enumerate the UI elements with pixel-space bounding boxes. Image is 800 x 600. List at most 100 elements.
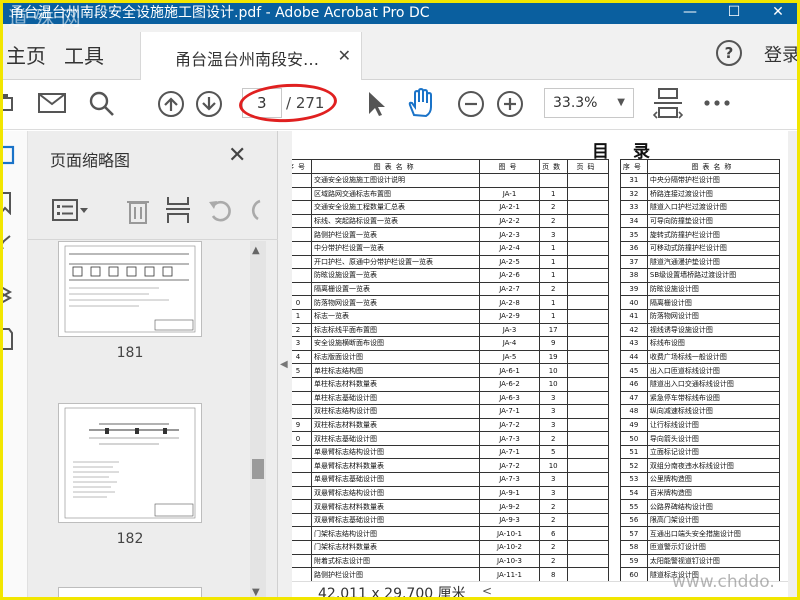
row-name-right: 防眩设施设计图 [646, 281, 781, 297]
row-pages: 3 [538, 390, 568, 406]
search-icon[interactable] [88, 90, 116, 118]
row-page-no [566, 553, 609, 569]
collapse-arrow-icon[interactable]: ◀ [280, 359, 288, 370]
delete-page-icon[interactable] [126, 197, 152, 225]
login-button[interactable]: 登录 [764, 41, 800, 67]
table-gap [607, 363, 621, 378]
row-name-right: 可移动式防撞护栏设计图 [646, 240, 781, 256]
row-no-right: 54 [619, 485, 648, 501]
row-no-right: 31 [619, 173, 648, 188]
row-pages: 9 [538, 336, 568, 351]
table-gap [607, 486, 621, 500]
table-row: 门架标志材料数量表 JA-10-2 2 58 匝道警示灯设计图 [292, 540, 781, 555]
row-no [292, 281, 312, 297]
row-page-no [566, 349, 609, 365]
row-name: 标志标线平面布置图 [310, 322, 481, 338]
row-page-no [566, 227, 609, 242]
row-name-right: 隧道入口护栏过渡设计图 [646, 200, 781, 215]
hand-tool-icon[interactable] [406, 88, 436, 118]
row-no [292, 390, 312, 406]
table-row: 双悬臂标志材料数量表 JA-9-2 2 55 公路界碑结构设计图 [292, 499, 781, 514]
thumbnail-page[interactable] [58, 403, 202, 523]
rotate-right-icon[interactable] [244, 197, 262, 223]
row-no-right: 49 [619, 417, 648, 433]
table-gap [607, 418, 621, 432]
select-cursor-icon[interactable] [366, 90, 386, 118]
zoom-level-select[interactable]: 33.3% ▼ [544, 88, 634, 118]
document-scrollbar[interactable] [788, 131, 800, 600]
thumbnail-page[interactable] [58, 587, 202, 600]
scroll-left-icon[interactable]: < [482, 584, 492, 598]
zoom-out-icon[interactable] [457, 90, 485, 118]
row-pages: 1 [538, 186, 568, 202]
table-row: 标线、突起路标设置一览表 JA-2-2 2 34 可导向防撞垫设计图 [292, 213, 781, 229]
more-options-icon[interactable] [704, 100, 730, 106]
zoom-in-icon[interactable] [496, 90, 524, 118]
table-gap [607, 214, 621, 228]
row-page-no [566, 200, 609, 215]
watermark-url: www.chddo. [672, 572, 775, 592]
row-page-no [566, 499, 609, 514]
minimize-button[interactable]: — [668, 0, 712, 24]
row-page-no [566, 540, 609, 555]
row-name-right: 中央分隔带护栏设计图 [646, 173, 781, 188]
row-no [292, 254, 312, 270]
row-no-right: 32 [619, 186, 648, 202]
tab-home[interactable]: 主页 [6, 40, 46, 69]
panel-title: 页面缩略图 [50, 151, 131, 170]
row-name-right: 百米牌构造图 [646, 485, 781, 501]
table-gap [607, 404, 621, 419]
thumbnail-scrollbar[interactable]: ▲ ▼ [250, 241, 266, 600]
row-name-right: 太阳能警视道钉设计图 [646, 553, 781, 569]
print-icon[interactable] [0, 92, 14, 116]
scrollbar-thumb[interactable] [252, 459, 264, 479]
row-name: 中分带护栏设置一览表 [310, 240, 481, 256]
attachment-icon[interactable] [0, 235, 16, 255]
row-pages: 1 [538, 240, 568, 256]
panel-close-icon[interactable]: ✕ [228, 143, 246, 168]
document-view[interactable]: 目录 序号 图表名称 图号 页数 页码 序号 图表名称 交通安全设施施工图设计说… [292, 131, 788, 600]
table-row: 隔离栅设置一览表 JA-2-7 2 39 防眩设施设计图 [292, 281, 781, 297]
layers-icon[interactable] [0, 281, 18, 307]
row-name: 门架标志结构设计图 [310, 526, 481, 542]
insert-page-icon[interactable] [166, 195, 192, 225]
thumbnail-page-number: 182 [116, 531, 144, 547]
thumbnail-page-number: 181 [116, 345, 144, 361]
fit-page-icon[interactable] [653, 88, 683, 120]
row-code: JA-10-3 [479, 553, 540, 569]
row-page-no [566, 322, 609, 338]
thumbnail-page[interactable] [58, 241, 202, 337]
scroll-down-icon[interactable]: ▼ [252, 587, 260, 598]
row-no-right: 58 [619, 540, 648, 555]
panel-collapse-handle[interactable]: ◀ [278, 131, 292, 600]
row-pages: 3 [538, 472, 568, 487]
page-thumbnails-icon[interactable] [0, 145, 18, 169]
table-gap [607, 295, 621, 310]
table-gap [607, 458, 621, 473]
tab-document[interactable]: 甬台温台州南段安… ✕ [140, 32, 362, 80]
bookmark-icon[interactable] [0, 191, 14, 215]
scroll-up-icon[interactable]: ▲ [252, 245, 260, 256]
table-row: 2 标志标线平面布置图 JA-3 17 42 视线诱导设施设计图 [292, 322, 781, 338]
maximize-button[interactable]: ☐ [712, 0, 756, 24]
row-name: 单柱标志基础设计图 [310, 390, 481, 406]
close-window-button[interactable]: ✕ [756, 0, 800, 24]
previous-page-icon[interactable] [157, 90, 185, 118]
table-row: 门架标志结构设计图 JA-10-1 6 57 互通出口端头安全措施设计图 [292, 526, 781, 542]
row-code: JA-5 [479, 349, 540, 365]
row-no-right: 41 [619, 308, 648, 324]
help-icon[interactable]: ? [716, 40, 742, 66]
next-page-icon[interactable] [195, 90, 223, 118]
rotate-left-icon[interactable] [208, 197, 234, 223]
row-name: 单悬臂标志基础设计图 [310, 472, 481, 487]
row-name: 安全设施横断面布设图 [310, 336, 481, 351]
thumbnail-options-icon[interactable] [52, 199, 90, 221]
table-gap [607, 472, 621, 487]
tab-close-icon[interactable]: ✕ [338, 46, 351, 65]
document-icon[interactable] [0, 327, 14, 353]
row-no [292, 444, 312, 460]
email-icon[interactable] [38, 92, 66, 114]
tab-tools[interactable]: 工具 [64, 40, 104, 69]
row-no [292, 512, 312, 528]
row-name-right: 紧急停车带标线布设图 [646, 390, 781, 406]
